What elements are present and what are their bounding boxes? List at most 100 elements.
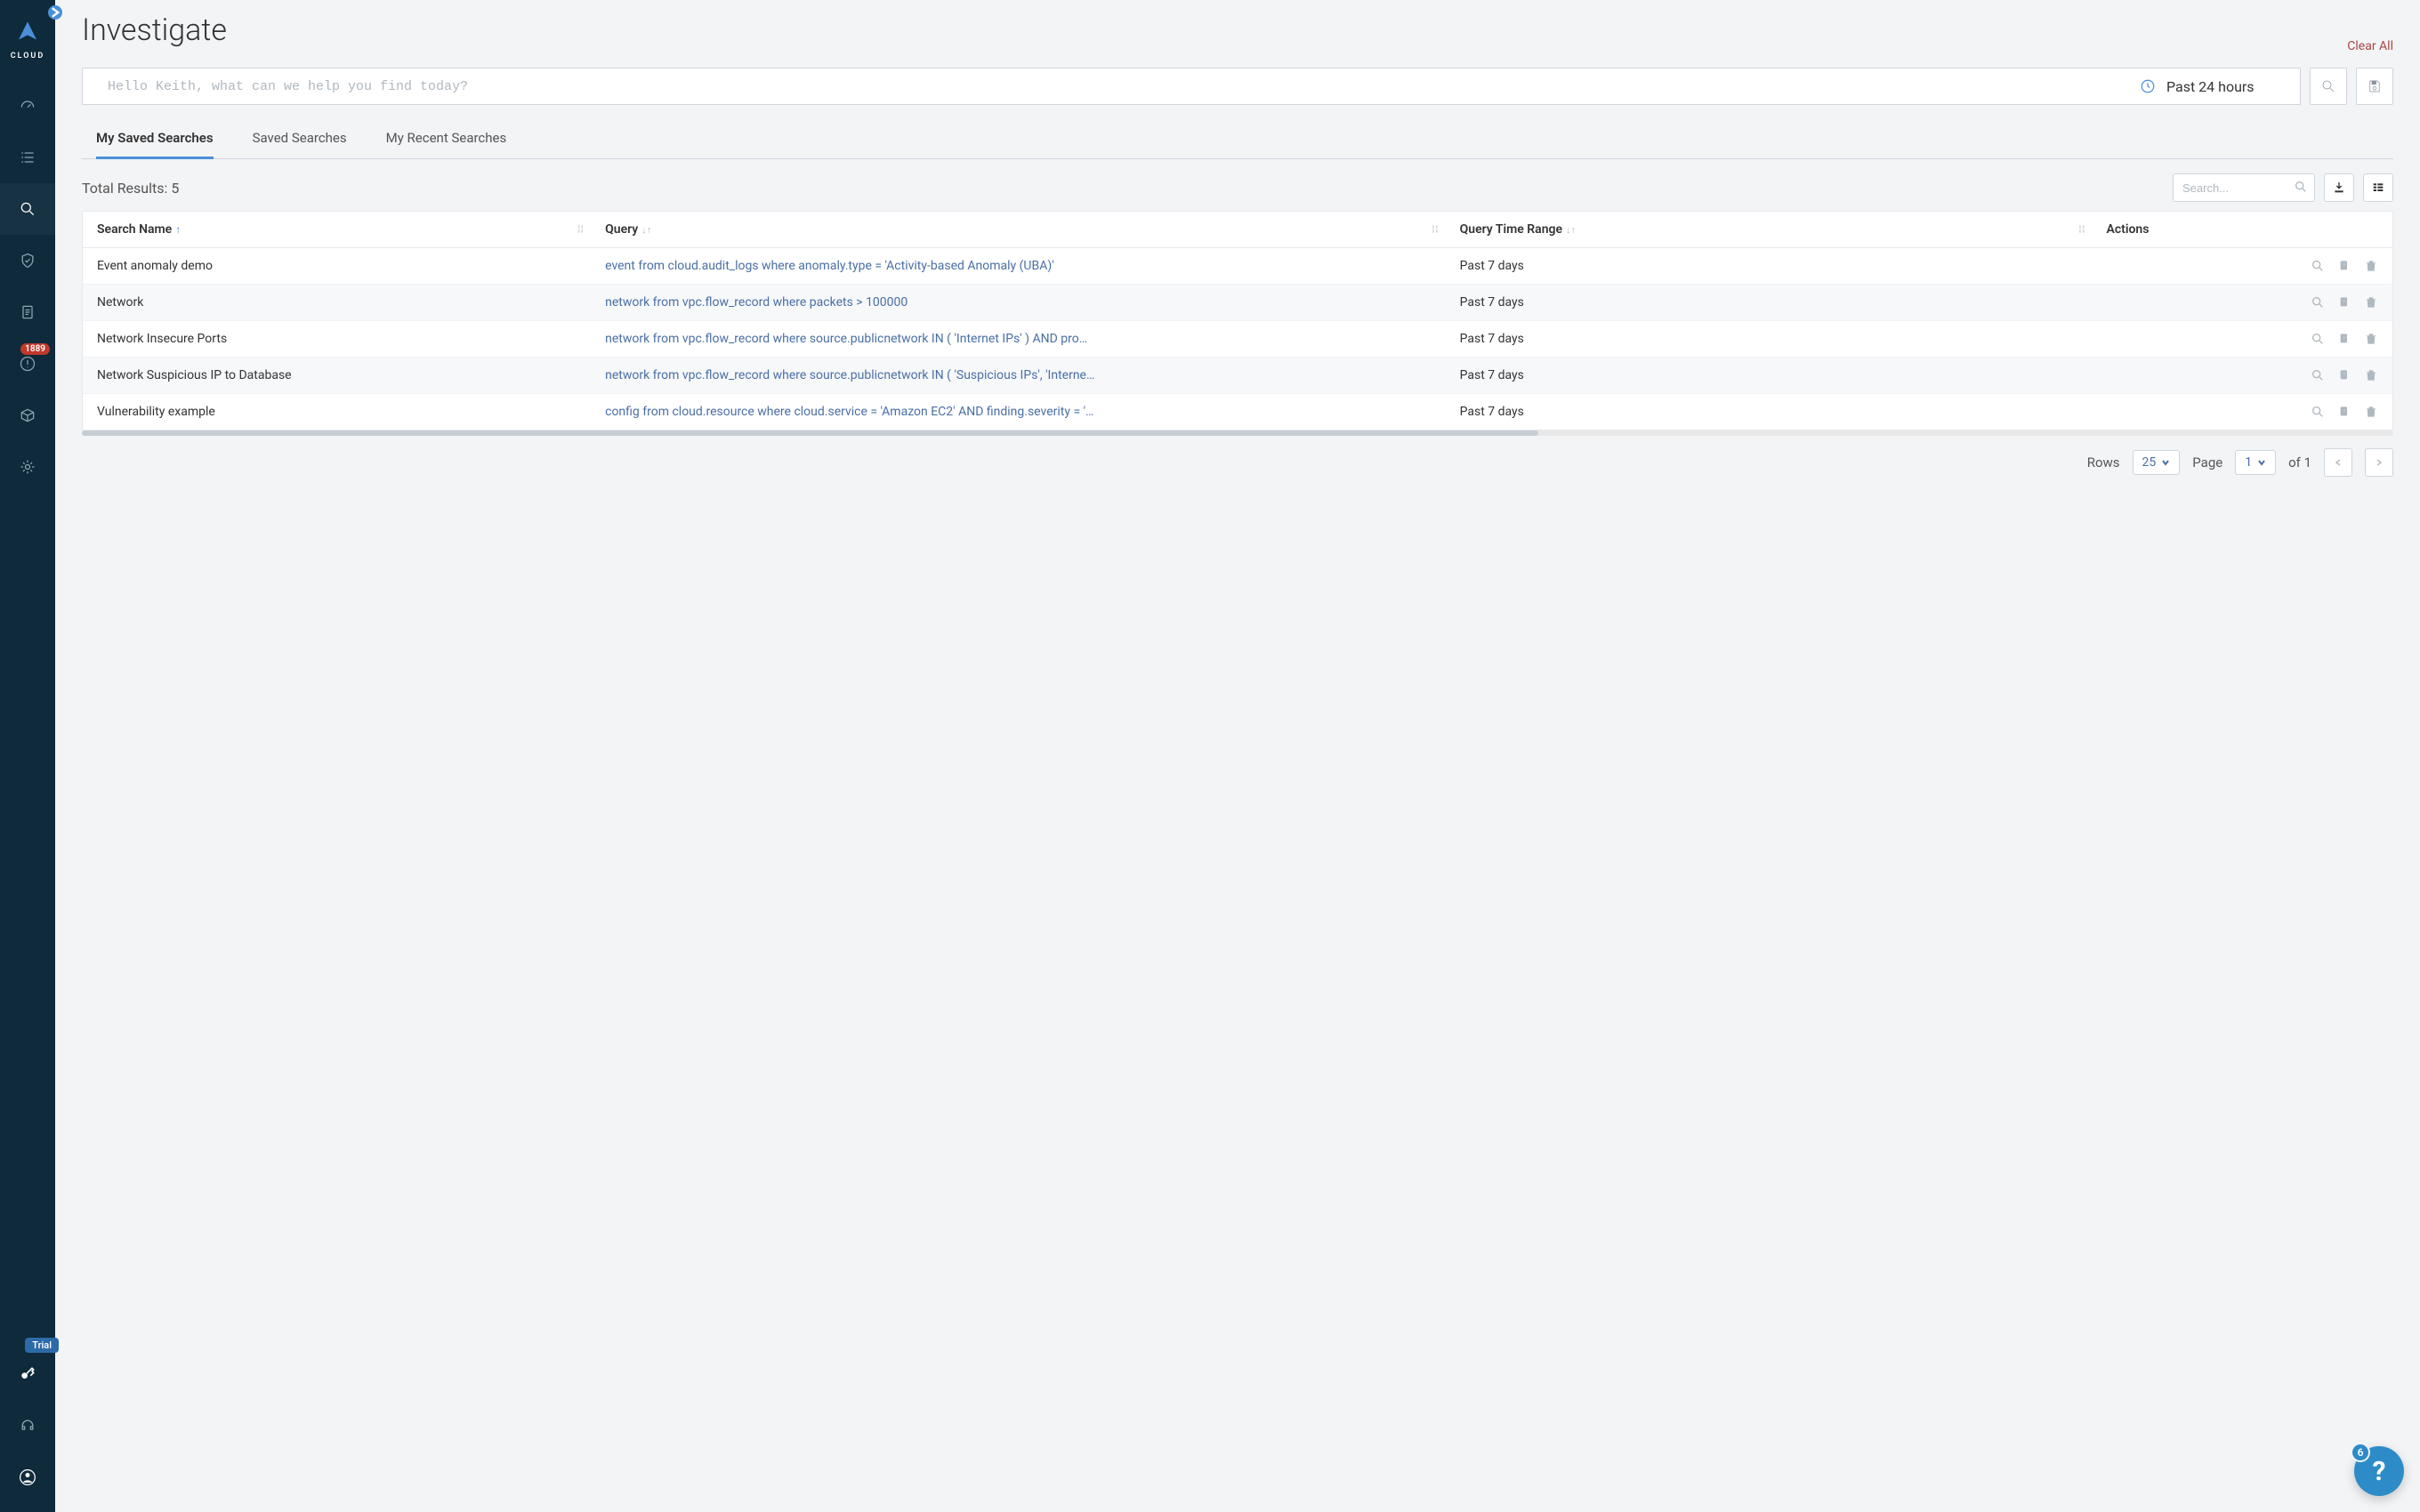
list-icon [19, 149, 36, 166]
save-search-button[interactable] [2356, 68, 2393, 105]
nav-policies[interactable] [0, 286, 55, 338]
row-delete-button[interactable] [2364, 259, 2378, 273]
sidebar-expand-toggle[interactable] [48, 5, 62, 20]
sort-asc-icon: ↑ [175, 223, 181, 236]
next-page-button[interactable] [2365, 448, 2393, 477]
nav-support[interactable] [0, 1400, 55, 1452]
trial-pill: Trial [25, 1338, 59, 1353]
tab-my-recent-searches[interactable]: My Recent Searches [386, 123, 507, 159]
row-copy-button[interactable] [2337, 368, 2351, 382]
col-time-range[interactable]: Query Time Range↓↑⁞⁞ [1446, 212, 2093, 248]
col-actions: Actions [2093, 212, 2393, 248]
table-row: Event anomaly demo event from cloud.audi… [83, 248, 2392, 285]
table-row: Network Suspicious IP to Database networ… [83, 358, 2392, 394]
cell-search-name: Event anomaly demo [83, 248, 591, 285]
table-row: Network network from vpc.flow_record whe… [83, 285, 2392, 321]
row-delete-button[interactable] [2364, 368, 2378, 382]
cell-time-range: Past 7 days [1446, 321, 2093, 358]
gear-icon [19, 458, 36, 476]
search-icon [2294, 180, 2308, 194]
cell-actions [2093, 394, 2393, 430]
columns-button[interactable] [2363, 173, 2393, 202]
tab-my-saved-searches[interactable]: My Saved Searches [96, 123, 214, 159]
cell-query[interactable]: config from cloud.resource where cloud.s… [591, 394, 1446, 430]
row-view-button[interactable] [2311, 295, 2325, 310]
headset-icon [19, 1417, 36, 1435]
clear-all-link[interactable]: Clear All [2347, 39, 2393, 53]
timerange-select[interactable]: Past 24 hours [2127, 68, 2301, 105]
cell-time-range: Past 7 days [1446, 394, 2093, 430]
row-view-button[interactable] [2311, 368, 2325, 382]
chevron-down-icon [2257, 458, 2266, 467]
question-icon: ? [2373, 1456, 2386, 1487]
grip-icon[interactable]: ⁞⁞ [577, 224, 584, 236]
search-icon [2320, 78, 2336, 94]
page-select[interactable]: 1 [2235, 450, 2276, 475]
help-badge: 6 [2351, 1443, 2370, 1462]
table-filter [2173, 173, 2315, 202]
pagination: Rows 25 Page 1 of 1 [55, 436, 2420, 477]
cell-search-name: Network [83, 285, 591, 321]
cell-search-name: Network Suspicious IP to Database [83, 358, 591, 394]
nav-investigate[interactable] [0, 183, 55, 235]
page-label: Page [2192, 454, 2222, 470]
cell-query[interactable]: event from cloud.audit_logs where anomal… [591, 248, 1446, 285]
prev-page-button[interactable] [2324, 448, 2352, 477]
row-copy-button[interactable] [2337, 295, 2351, 310]
cell-time-range: Past 7 days [1446, 248, 2093, 285]
alert-icon [19, 355, 36, 373]
tab-saved-searches[interactable]: Saved Searches [253, 123, 347, 159]
timerange-label: Past 24 hours [2166, 78, 2255, 95]
logo: CLOUD [11, 20, 44, 60]
row-copy-button[interactable] [2337, 405, 2351, 419]
col-query[interactable]: Query↓↑⁞⁞ [591, 212, 1446, 248]
page-title: Investigate [82, 12, 2347, 48]
sidebar: CLOUD 1889 Trial [0, 0, 55, 1512]
table-row: Vulnerability example config from cloud.… [83, 394, 2392, 430]
document-icon [19, 303, 36, 321]
main-content: Investigate Clear All Past 24 hours My S… [55, 0, 2420, 1512]
grip-icon[interactable]: ⁞⁞ [2078, 224, 2085, 236]
box-icon [19, 406, 36, 424]
shield-check-icon [19, 252, 36, 269]
row-view-button[interactable] [2311, 259, 2325, 273]
table-row: Network Insecure Ports network from vpc.… [83, 321, 2392, 358]
row-copy-button[interactable] [2337, 332, 2351, 346]
help-button[interactable]: ? 6 [2354, 1446, 2404, 1496]
run-search-button[interactable] [2310, 68, 2347, 105]
cell-actions [2093, 285, 2393, 321]
row-copy-button[interactable] [2337, 259, 2351, 273]
nav-alerts[interactable]: 1889 [0, 338, 55, 390]
grip-icon[interactable]: ⁞⁞ [1432, 224, 1438, 236]
cell-query[interactable]: network from vpc.flow_record where packe… [591, 285, 1446, 321]
download-button[interactable] [2324, 173, 2354, 202]
search-input[interactable] [82, 68, 2128, 105]
row-view-button[interactable] [2311, 405, 2325, 419]
nav-inventory[interactable] [0, 132, 55, 183]
nav-compliance[interactable] [0, 235, 55, 286]
nav-settings[interactable] [0, 441, 55, 493]
rows-per-page-select[interactable]: 25 [2133, 450, 2181, 475]
user-icon [19, 1468, 36, 1486]
gauge-icon [19, 97, 36, 115]
horizontal-scrollbar[interactable] [82, 430, 2393, 436]
clock-icon [2140, 78, 2156, 94]
logo-text: CLOUD [11, 52, 44, 60]
nav-dashboard[interactable] [0, 80, 55, 132]
logo-icon [14, 20, 41, 46]
cell-search-name: Network Insecure Ports [83, 321, 591, 358]
nav-profile[interactable] [0, 1452, 55, 1503]
row-delete-button[interactable] [2364, 332, 2378, 346]
cell-query[interactable]: network from vpc.flow_record where sourc… [591, 321, 1446, 358]
rows-label: Rows [2087, 454, 2120, 470]
cell-actions [2093, 358, 2393, 394]
col-search-name[interactable]: Search Name↑⁞⁞ [83, 212, 591, 248]
cell-search-name: Vulnerability example [83, 394, 591, 430]
row-delete-button[interactable] [2364, 295, 2378, 310]
results-table: Search Name↑⁞⁞ Query↓↑⁞⁞ Query Time Rang… [82, 211, 2393, 430]
row-view-button[interactable] [2311, 332, 2325, 346]
row-delete-button[interactable] [2364, 405, 2378, 419]
nav-reports[interactable] [0, 390, 55, 441]
cell-query[interactable]: network from vpc.flow_record where sourc… [591, 358, 1446, 394]
nav-trial[interactable]: Trial [0, 1348, 55, 1400]
